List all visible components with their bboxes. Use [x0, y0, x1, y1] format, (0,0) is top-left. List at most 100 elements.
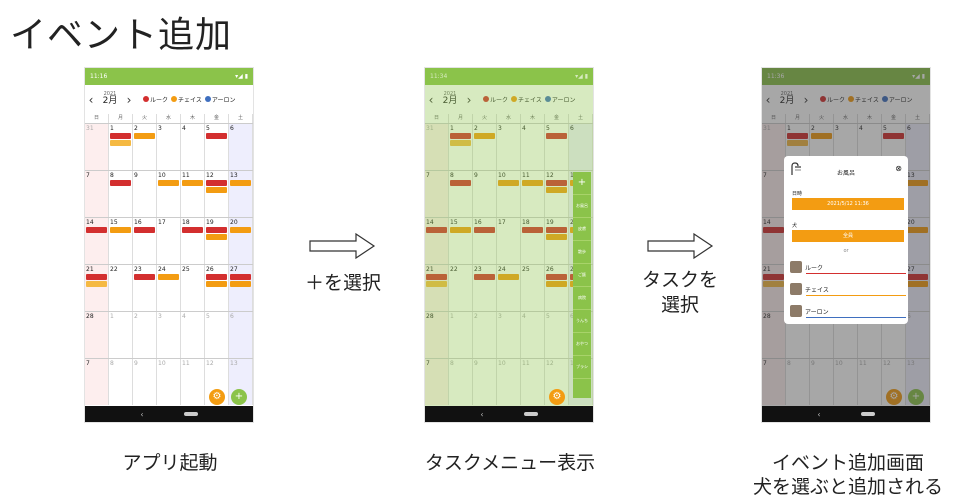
calendar-day-cell[interactable]: 25 [181, 265, 205, 311]
event-chip[interactable] [110, 133, 131, 139]
task-menu-item[interactable]: うんち [573, 310, 591, 333]
calendar-day-cell[interactable]: 2 [133, 124, 157, 170]
add-fab[interactable]: + [231, 389, 247, 405]
event-chip[interactable] [158, 180, 179, 186]
calendar-day-cell[interactable]: 10 [157, 171, 181, 217]
back-icon[interactable]: ‹ [817, 410, 820, 419]
calendar-day-cell[interactable]: 12 [205, 171, 229, 217]
calendar-day-cell[interactable]: 21 [85, 265, 109, 311]
day-number: 4 [182, 313, 186, 320]
home-icon[interactable] [523, 412, 538, 416]
calendar-day-cell[interactable]: 6 [229, 124, 253, 170]
event-chip[interactable] [86, 274, 107, 280]
calendar-day-cell[interactable]: 8 [109, 359, 133, 405]
calendar-day-cell[interactable]: 31 [85, 124, 109, 170]
day-number: 16 [134, 219, 142, 226]
calendar-day-cell[interactable]: 28 [85, 312, 109, 358]
day-number: 24 [158, 266, 166, 273]
event-chip[interactable] [182, 180, 203, 186]
caption-line: イベント追加画面 [771, 452, 924, 474]
dog-select-item[interactable]: ルーク [790, 260, 906, 274]
calendar-day-cell[interactable]: 1 [109, 312, 133, 358]
event-chip[interactable] [110, 180, 131, 186]
task-menu-item[interactable]: 病院 [573, 287, 591, 310]
calendar-day-cell[interactable]: 5 [205, 124, 229, 170]
event-chip[interactable] [86, 281, 107, 287]
calendar-day-cell[interactable]: 3 [157, 312, 181, 358]
all-dogs-button[interactable]: 全員 [792, 230, 904, 242]
event-chip[interactable] [230, 227, 251, 233]
step-label-select-plus: ＋を選択 [304, 272, 381, 294]
event-chip[interactable] [134, 274, 155, 280]
calendar-day-cell[interactable]: 14 [85, 218, 109, 264]
calendar-day-cell[interactable]: 11 [181, 359, 205, 405]
home-icon[interactable] [183, 412, 198, 416]
dog-select-item[interactable]: アーロン [790, 304, 906, 318]
calendar-day-cell[interactable]: 24 [157, 265, 181, 311]
calendar-day-cell[interactable]: 22 [109, 265, 133, 311]
calendar-day-cell[interactable]: 3 [157, 124, 181, 170]
back-icon[interactable]: ‹ [140, 410, 143, 419]
calendar-day-cell[interactable]: 18 [181, 218, 205, 264]
calendar-day-cell[interactable]: 26 [205, 265, 229, 311]
calendar-day-cell[interactable]: 15 [109, 218, 133, 264]
datetime-field[interactable]: 2021/5/12 11:36 [792, 198, 904, 210]
calendar-day-cell[interactable]: 6 [229, 312, 253, 358]
task-menu-item[interactable]: ご飯 [573, 264, 591, 287]
settings-fab[interactable]: ⚙ [209, 389, 225, 405]
event-chip[interactable] [206, 187, 227, 193]
event-chip[interactable] [182, 227, 203, 233]
calendar-day-cell[interactable]: 19 [205, 218, 229, 264]
next-month-button[interactable]: › [123, 93, 135, 107]
day-number: 12 [206, 172, 214, 179]
event-chip[interactable] [134, 133, 155, 139]
calendar-day-cell[interactable]: 8 [109, 171, 133, 217]
event-chip[interactable] [206, 274, 227, 280]
event-chip[interactable] [230, 274, 251, 280]
calendar-day-cell[interactable]: 2 [133, 312, 157, 358]
calendar-day-cell[interactable]: 9 [133, 171, 157, 217]
calendar-day-cell[interactable]: 7 [85, 359, 109, 405]
event-chip[interactable] [110, 227, 131, 233]
calendar-day-cell[interactable]: 1 [109, 124, 133, 170]
menu-backdrop[interactable] [425, 68, 593, 406]
event-chip[interactable] [134, 227, 155, 233]
calendar-day-cell[interactable]: 27 [229, 265, 253, 311]
back-icon[interactable]: ‹ [480, 410, 483, 419]
task-menu-item[interactable]: お風呂 [573, 195, 591, 218]
task-menu-item[interactable]: ブラシ [573, 356, 591, 379]
calendar-day-cell[interactable]: 4 [181, 312, 205, 358]
task-menu-item[interactable]: おやつ [573, 333, 591, 356]
event-chip[interactable] [110, 140, 131, 146]
event-chip[interactable] [206, 133, 227, 139]
task-add-icon[interactable]: + [573, 172, 591, 195]
event-chip[interactable] [230, 180, 251, 186]
event-chip[interactable] [206, 180, 227, 186]
task-menu-item[interactable]: 皮膚 [573, 218, 591, 241]
calendar-day-cell[interactable]: 4 [181, 124, 205, 170]
task-menu-item[interactable]: 散歩 [573, 241, 591, 264]
calendar-day-cell[interactable]: 20 [229, 218, 253, 264]
calendar-day-cell[interactable]: 11 [181, 171, 205, 217]
calendar-day-cell[interactable]: 9 [133, 359, 157, 405]
event-chip[interactable] [86, 227, 107, 233]
calendar-day-cell[interactable]: 10 [157, 359, 181, 405]
event-chip[interactable] [230, 281, 251, 287]
event-chip[interactable] [206, 281, 227, 287]
settings-fab[interactable]: ⚙ [549, 389, 565, 405]
calendar-day-cell[interactable]: 17 [157, 218, 181, 264]
event-chip[interactable] [158, 274, 179, 280]
calendar-day-cell[interactable]: 5 [205, 312, 229, 358]
dog-select-item[interactable]: チェイス [790, 282, 906, 296]
calendar-day-cell[interactable]: 16 [133, 218, 157, 264]
calendar-day-cell[interactable]: 23 [133, 265, 157, 311]
prev-month-button[interactable]: ‹ [85, 93, 97, 107]
day-number: 3 [158, 125, 162, 132]
home-icon[interactable] [860, 412, 875, 416]
dog-avatar [790, 283, 802, 295]
calendar-day-cell[interactable]: 13 [229, 171, 253, 217]
event-chip[interactable] [206, 234, 227, 240]
event-chip[interactable] [206, 227, 227, 233]
close-icon[interactable]: ⊗ [895, 164, 902, 173]
calendar-day-cell[interactable]: 7 [85, 171, 109, 217]
